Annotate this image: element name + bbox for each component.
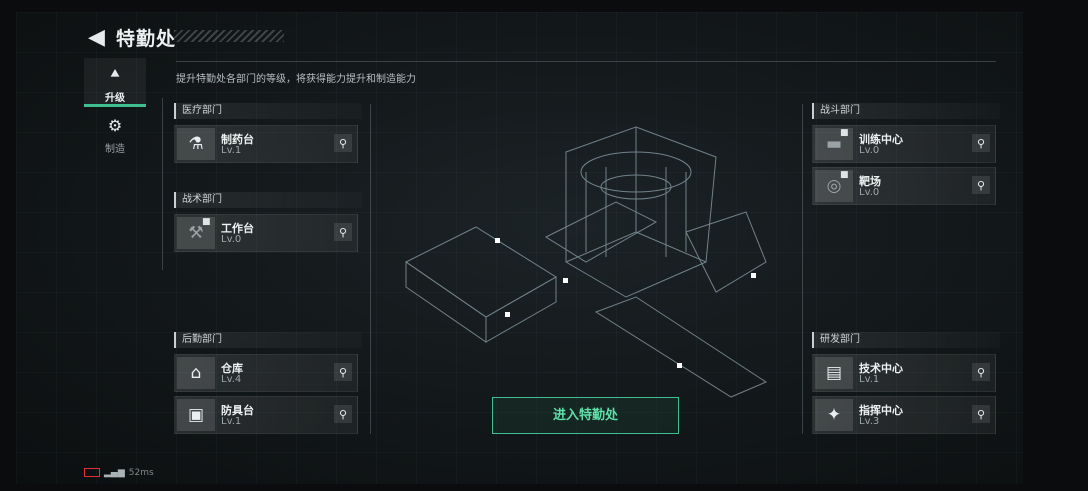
- facility-level: Lv.0: [859, 145, 880, 156]
- search-icon[interactable]: ⚲: [972, 363, 990, 381]
- facility-level: Lv.3: [859, 416, 880, 427]
- search-icon[interactable]: ⚲: [972, 405, 990, 423]
- nav-craft-tab[interactable]: ⚙ 制造: [84, 110, 146, 156]
- facility-level: Lv.0: [221, 234, 242, 245]
- boxes-icon: ▣: [177, 399, 215, 431]
- microscope-icon: ⚗: [177, 128, 215, 160]
- search-icon[interactable]: ⚲: [334, 363, 352, 381]
- facility-level: Lv.4: [221, 374, 242, 385]
- search-icon[interactable]: ⚲: [334, 223, 352, 241]
- upgrade-icon: ⯅: [108, 64, 122, 83]
- nav-upgrade-tab[interactable]: ⯅ 升级: [84, 58, 146, 107]
- dept-rnd-label: 研发部门: [812, 332, 1000, 348]
- warehouse-icon: ⌂: [177, 357, 215, 389]
- facility-card-shooting-range[interactable]: ◎ ■ 靶场 Lv.0 ⚲: [812, 167, 996, 205]
- facility-level: Lv.1: [221, 145, 242, 156]
- chip-icon: ✦: [815, 399, 853, 431]
- dept-combat-label: 战斗部门: [812, 103, 1000, 119]
- facility-card-warehouse[interactable]: ⌂ 仓库 Lv.4 ⚲: [174, 354, 358, 392]
- monitor-icon: ▤: [815, 357, 853, 389]
- page-title: 特勤处: [116, 28, 177, 50]
- search-icon[interactable]: ⚲: [972, 134, 990, 152]
- title-decoration: [174, 30, 284, 42]
- center-right-bracket: [802, 104, 803, 434]
- signal-icon: ▂▄▆: [104, 468, 125, 478]
- special-ops-screen: ◀ 特勤处 提升特勤处各部门的等级，将获得能力提升和制造能力 ⯅ 升级 ⚙ 制造…: [16, 12, 1023, 484]
- center-left-bracket: [370, 104, 371, 434]
- facility-card-training-center[interactable]: ▬ ■ 训练中心 Lv.0 ⚲: [812, 125, 996, 163]
- battery-icon: [84, 468, 100, 477]
- search-icon[interactable]: ⚲: [334, 134, 352, 152]
- status-bar: ▂▄▆ 52ms: [84, 468, 154, 478]
- lock-icon: ■: [840, 128, 849, 138]
- lock-icon: ■: [840, 170, 849, 180]
- dept-medical-label: 医疗部门: [174, 103, 362, 119]
- page-subtitle: 提升特勤处各部门的等级，将获得能力提升和制造能力: [176, 74, 416, 85]
- facility-card-pharmacy[interactable]: ⚗ 制药台 Lv.1 ⚲: [174, 125, 358, 163]
- facility-card-tech-center[interactable]: ▤ 技术中心 Lv.1 ⚲: [812, 354, 996, 392]
- nav-craft-label: 制造: [105, 144, 125, 155]
- facility-level: Lv.1: [859, 374, 880, 385]
- left-column-line: [162, 98, 163, 270]
- facility-level: Lv.1: [221, 416, 242, 427]
- nav-upgrade-label: 升级: [105, 93, 125, 104]
- facility-level: Lv.0: [859, 187, 880, 198]
- gear-icon: ⚙: [107, 116, 123, 135]
- facility-card-command-center[interactable]: ✦ 指挥中心 Lv.3 ⚲: [812, 396, 996, 434]
- lock-icon: ■: [202, 217, 211, 227]
- header-divider: [176, 61, 996, 62]
- facility-card-armor-bench[interactable]: ▣ 防具台 Lv.1 ⚲: [174, 396, 358, 434]
- back-arrow-icon[interactable]: ◀: [88, 27, 110, 49]
- ping-readout: 52ms: [128, 468, 154, 478]
- enter-special-ops-button[interactable]: 进入特勤处: [492, 397, 679, 434]
- dept-logistics-label: 后勤部门: [174, 332, 362, 348]
- facility-card-workbench[interactable]: ⚒ ■ 工作台 Lv.0 ⚲: [174, 214, 358, 252]
- dept-tactical-label: 战术部门: [174, 192, 362, 208]
- search-icon[interactable]: ⚲: [334, 405, 352, 423]
- base-blueprint-model: [405, 126, 768, 398]
- search-icon[interactable]: ⚲: [972, 176, 990, 194]
